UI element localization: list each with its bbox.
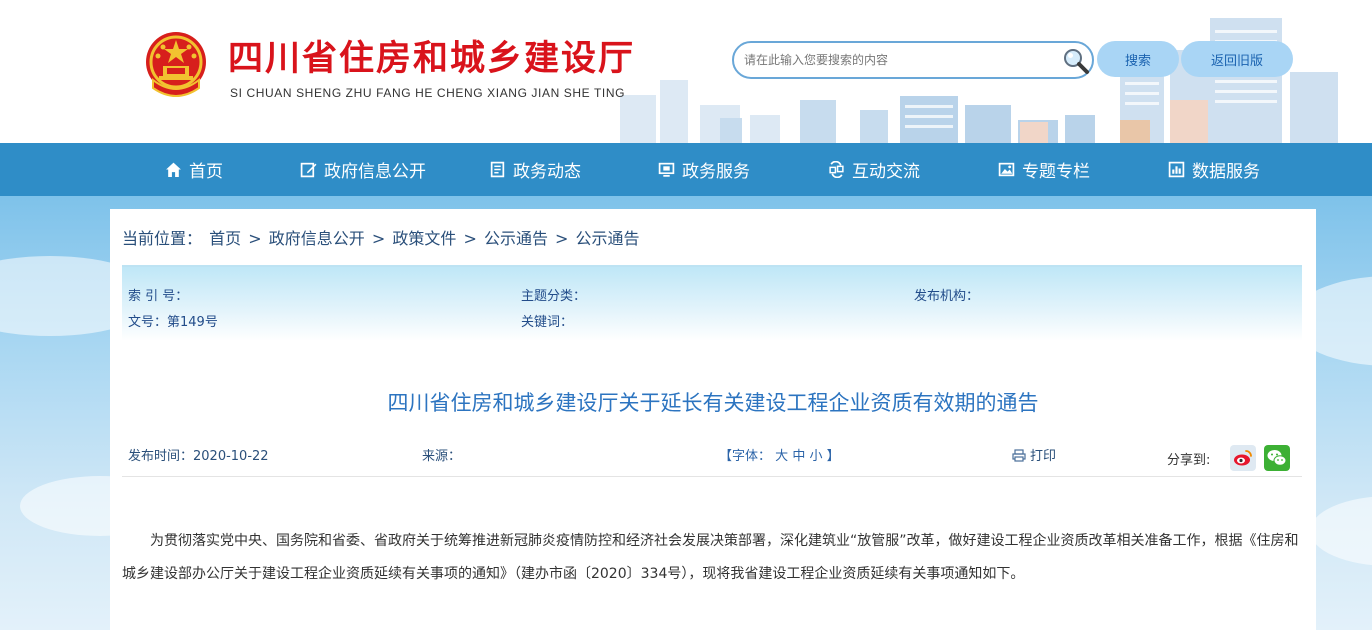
interaction-icon: [829, 161, 844, 178]
breadcrumb-notice[interactable]: 公示通告: [484, 229, 548, 248]
edit-icon: [300, 162, 317, 178]
weibo-icon[interactable]: [1230, 445, 1256, 471]
nav-item-label: 政务服务: [682, 162, 750, 182]
document-meta-panel: 索 引 号： 主题分类： 发布机构： 文号：第149号 关键词：: [122, 265, 1302, 341]
nav-item-label: 专题专栏: [1022, 162, 1090, 182]
national-emblem-icon: [146, 32, 206, 97]
nav-item-gov-service[interactable]: 政务服务: [658, 143, 750, 196]
article-info-bar: 发布时间：2020-10-22 来源： 【字体： 大 中 小 】 打印 分享到:: [122, 441, 1302, 477]
breadcrumb: 当前位置： 首页 > 政府信息公开 > 政策文件 > 公示通告 > 公示通告: [122, 225, 642, 249]
font-size-suffix: 】: [826, 449, 840, 464]
chart-icon: [1168, 161, 1185, 178]
home-icon: [166, 162, 181, 177]
print-label: 打印: [1030, 449, 1057, 464]
breadcrumb-separator: >: [248, 229, 262, 248]
nav-item-gov-info[interactable]: 政府信息公开: [300, 143, 426, 196]
doc-number: 文号：第149号: [128, 315, 218, 330]
nav-item-label: 政府信息公开: [324, 162, 426, 182]
nav-item-interaction[interactable]: 互动交流: [828, 143, 920, 196]
breadcrumb-separator: >: [371, 229, 386, 248]
old-version-button[interactable]: 返回旧版: [1181, 41, 1293, 77]
breadcrumb-prefix: 当前位置：: [122, 229, 203, 248]
search-box: [732, 41, 1094, 79]
breadcrumb-home[interactable]: 首页: [209, 229, 241, 248]
topic-label: 主题分类：: [521, 289, 587, 304]
nav-item-home[interactable]: 首页: [165, 143, 223, 196]
nav-item-label: 互动交流: [852, 162, 920, 182]
search-input[interactable]: [744, 49, 1054, 71]
nav-item-label: 首页: [189, 162, 223, 182]
print-button[interactable]: 打印: [1012, 445, 1056, 464]
nav-item-label: 数据服务: [1192, 162, 1260, 182]
font-size-prefix: 【字体：: [719, 449, 772, 464]
search-icon[interactable]: [1061, 46, 1091, 76]
breadcrumb-separator: >: [555, 229, 569, 248]
breadcrumb-separator: >: [463, 229, 477, 248]
keywords-label: 关键词：: [521, 315, 574, 330]
main-nav: 首页 政府信息公开 政务动态 政务服务 互动交流 专题专栏 数据服务: [0, 143, 1372, 196]
breadcrumb-policy[interactable]: 政策文件: [392, 229, 456, 248]
breadcrumb-notice-current[interactable]: 公示通告: [576, 229, 640, 248]
font-large-link[interactable]: 大: [775, 449, 788, 464]
site-header: 四川省住房和城乡建设厅 SI CHUAN SHENG ZHU FANG HE C…: [0, 0, 1372, 143]
wechat-icon[interactable]: [1264, 445, 1290, 471]
article-container: 当前位置： 首页 > 政府信息公开 > 政策文件 > 公示通告 > 公示通告 索…: [110, 209, 1316, 630]
document-icon: [490, 161, 505, 178]
site-title: 四川省住房和城乡建设厅: [228, 38, 636, 79]
monitor-icon: [658, 162, 675, 177]
breadcrumb-gov-info[interactable]: 政府信息公开: [269, 229, 365, 248]
source-label: 来源：: [422, 449, 462, 464]
article-title: 四川省住房和城乡建设厅关于延长有关建设工程企业资质有效期的通告: [387, 391, 1039, 415]
publish-time: 发布时间：2020-10-22: [128, 449, 269, 464]
article-body: 为贯彻落实党中央、国务院和省委、省政府关于统筹推进新冠肺炎疫情防控和经济社会发展…: [122, 525, 1304, 591]
printer-icon: [1012, 449, 1026, 462]
nav-item-special[interactable]: 专题专栏: [998, 143, 1090, 196]
font-size-control: 【字体： 大 中 小 】: [719, 445, 840, 464]
site-subtitle: SI CHUAN SHENG ZHU FANG HE CHENG XIANG J…: [230, 86, 626, 100]
article-paragraph: 为贯彻落实党中央、国务院和省委、省政府关于统筹推进新冠肺炎疫情防控和经济社会发展…: [122, 533, 1299, 582]
nav-item-label: 政务动态: [513, 162, 581, 182]
image-icon: [998, 162, 1015, 177]
search-button[interactable]: 搜索: [1097, 41, 1179, 77]
font-medium-link[interactable]: 中: [792, 449, 805, 464]
publisher-label: 发布机构：: [914, 289, 980, 304]
font-small-link[interactable]: 小: [809, 449, 822, 464]
share-label: 分享到:: [1167, 453, 1211, 468]
nav-item-gov-news[interactable]: 政务动态: [489, 143, 581, 196]
nav-item-data[interactable]: 数据服务: [1168, 143, 1260, 196]
index-number-label: 索 引 号：: [128, 289, 189, 304]
